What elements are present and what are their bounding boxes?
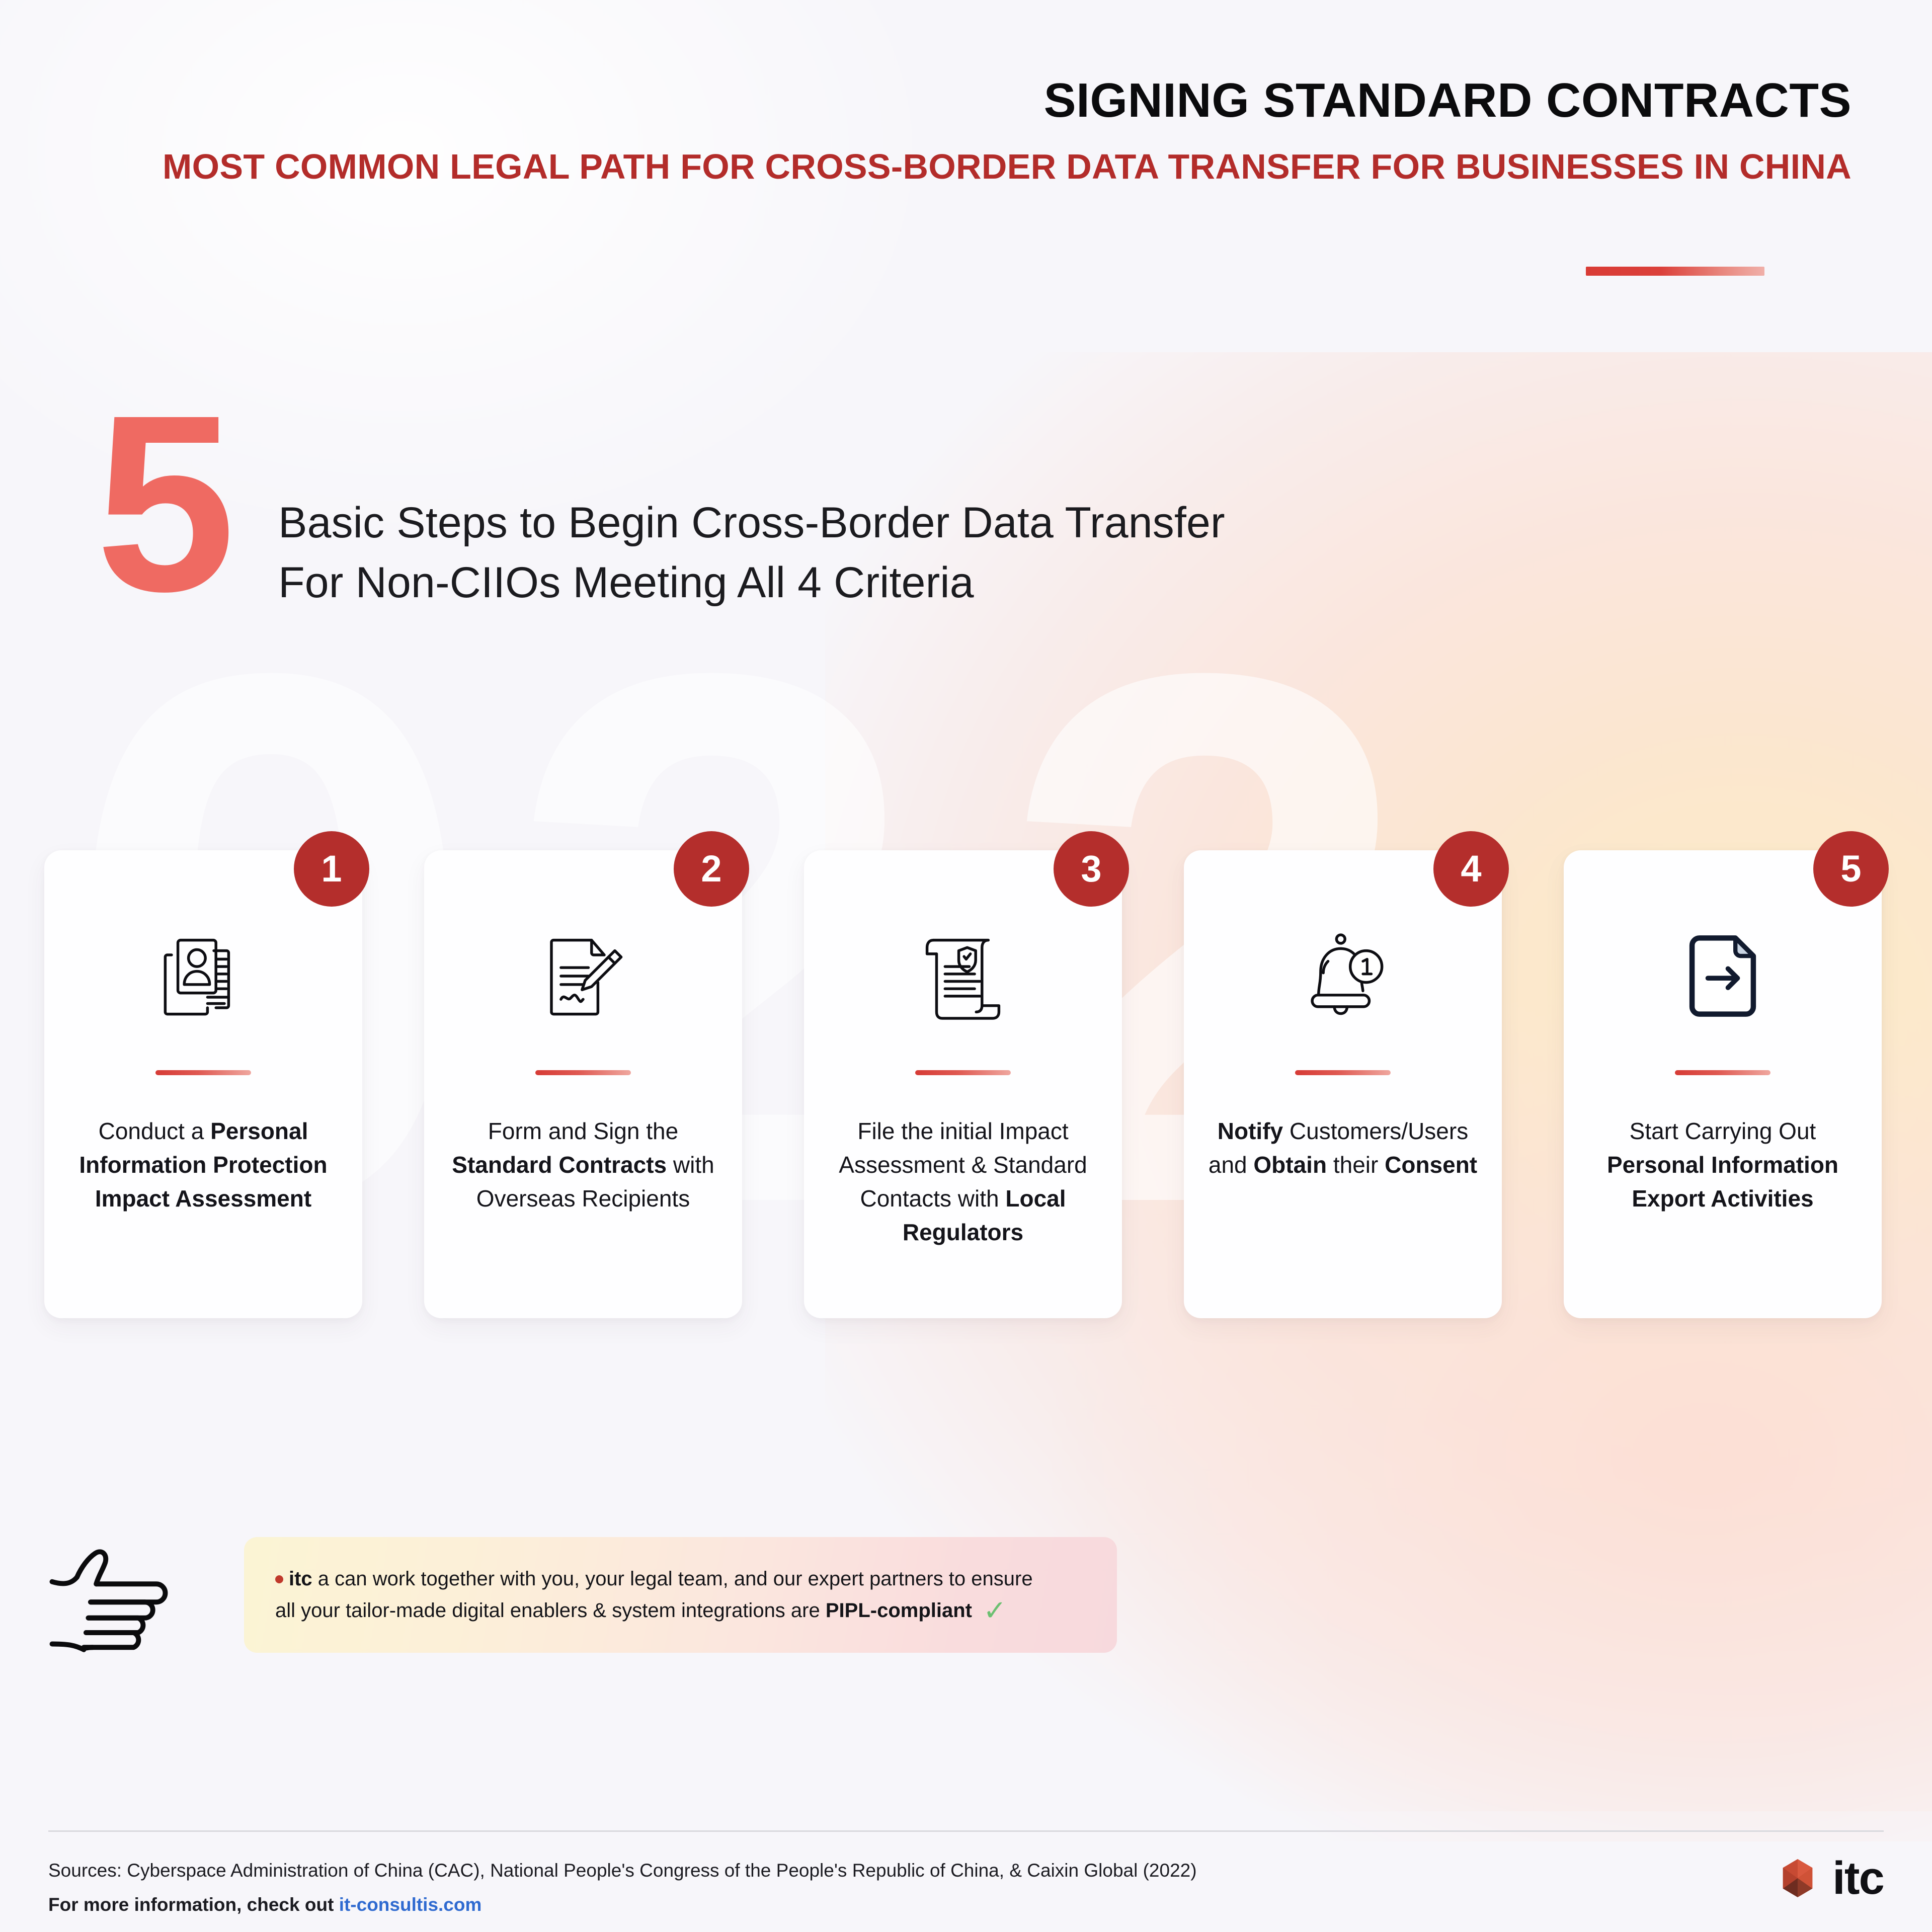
page-subtitle: MOST COMMON LEGAL PATH FOR CROSS-BORDER …: [163, 146, 1852, 186]
step-card-2[interactable]: 2 Form and Sign the Standard Contracts w…: [424, 831, 749, 1318]
step-text-4: Notify Customers/Users and Obtain their …: [1208, 1118, 1478, 1178]
steps-row: 1 Conduct a Personal Information Protect…: [44, 831, 1889, 1318]
card-divider-3: [915, 1070, 1011, 1075]
step-text-2: Form and Sign the Standard Contracts wit…: [452, 1118, 714, 1212]
step-badge-3: 3: [1054, 831, 1129, 907]
infographic-canvas: 0 2 2 SIGNING STANDARD CONTRACTS MOST CO…: [0, 0, 1932, 1932]
brand-logo: itc: [1776, 1852, 1885, 1904]
signed-document-pen-icon: [530, 923, 636, 1029]
card-divider-2: [535, 1070, 631, 1075]
callout-line-2: all your tailor-made digital enablers & …: [275, 1594, 1007, 1626]
page-title: SIGNING STANDARD CONTRACTS: [1043, 73, 1852, 127]
step-badge-4: 4: [1433, 831, 1509, 907]
brand-wordmark: itc: [1832, 1852, 1885, 1904]
card-divider-4: [1295, 1070, 1391, 1075]
footer-divider: [48, 1830, 1884, 1832]
footer: Sources: Cyberspace Administration of Ch…: [48, 1856, 1197, 1920]
pointing-hand-icon: [45, 1547, 181, 1673]
lead-heading: Basic Steps to Begin Cross-Border Data T…: [278, 499, 1225, 607]
itc-polygon-logo-icon: [1776, 1857, 1819, 1900]
callout-line-1-text: itc a can work together with you, your l…: [289, 1567, 1033, 1590]
step-card-1[interactable]: 1 Conduct a Personal Information Protect…: [44, 831, 369, 1318]
lead-block: 5 Basic Steps to Begin Cross-Border Data…: [96, 362, 1225, 643]
id-card-documents-icon: [150, 923, 256, 1029]
header-accent-bar: [1586, 267, 1764, 276]
footer-sources: Sources: Cyberspace Administration of Ch…: [48, 1860, 1197, 1881]
footer-more-info: For more information, check out it-consu…: [48, 1890, 1197, 1920]
step-text-5: Start Carrying Out Personal Information …: [1606, 1118, 1839, 1212]
step-card-3[interactable]: 3 File the initial Impact Assessment & S…: [804, 831, 1129, 1318]
footer-more-prefix: For more information, check out: [48, 1894, 339, 1915]
lead-numeral: 5: [96, 362, 235, 643]
step-text-3: File the initial Impact Assessment & Sta…: [839, 1118, 1087, 1246]
callout-line-2-text: all your tailor-made digital enablers & …: [275, 1599, 972, 1622]
step-card-4[interactable]: 4 Notify Customers/Users and Obtain thei…: [1184, 831, 1509, 1318]
step-card-5[interactable]: 5 Start Carrying Out Personal Informatio…: [1564, 831, 1889, 1318]
bell-notification-icon: [1290, 923, 1396, 1029]
step-text-1: Conduct a Personal Information Protectio…: [79, 1118, 328, 1212]
callout-line-1: itc a can work together with you, your l…: [275, 1563, 1086, 1595]
card-divider-5: [1675, 1070, 1770, 1075]
step-badge-5: 5: [1813, 831, 1889, 907]
step-badge-1: 1: [294, 831, 369, 907]
callout-box: itc a can work together with you, your l…: [244, 1537, 1117, 1653]
document-export-arrow-icon: [1670, 923, 1776, 1029]
callout-bullet-dot: [275, 1575, 283, 1583]
footer-website-link[interactable]: it-consultis.com: [339, 1894, 482, 1915]
header: SIGNING STANDARD CONTRACTS MOST COMMON L…: [0, 75, 1852, 185]
scroll-shield-icon: [910, 923, 1016, 1029]
step-badge-2: 2: [674, 831, 749, 907]
card-divider-1: [155, 1070, 251, 1075]
